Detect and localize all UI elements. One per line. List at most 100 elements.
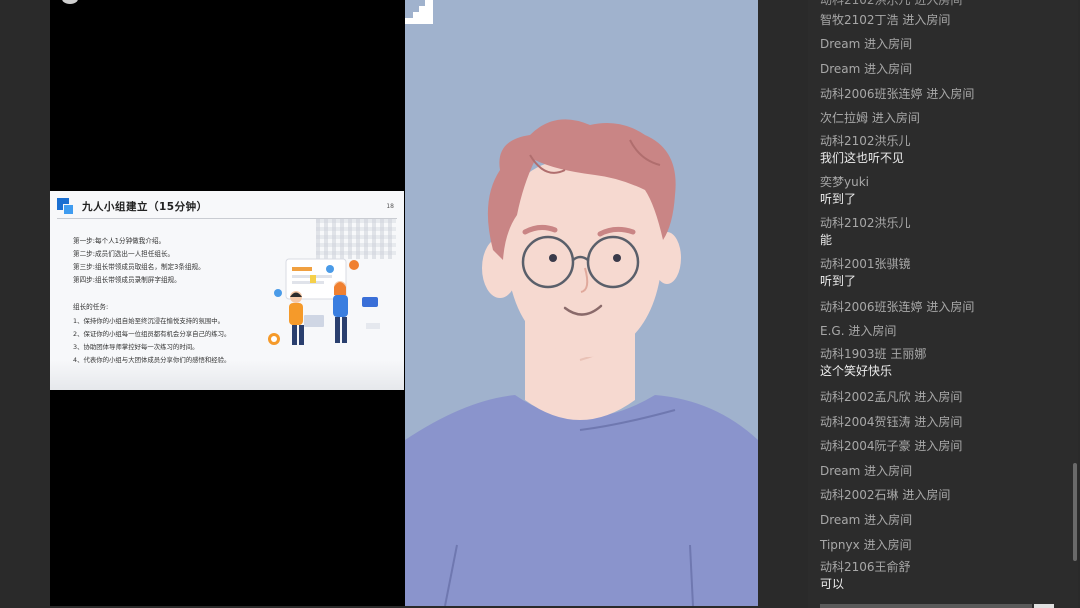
slide-task: 3、协助团体导师掌控好每一次练习的时间。 [73, 343, 199, 351]
chat-join-notice: 进入房间 [914, 414, 963, 429]
chat-sender: 奕梦yuki [820, 174, 1070, 191]
slide-title: 九人小组建立（15分钟） [82, 201, 208, 213]
slide-step: 第一步:每个人1分钟做我介绍。 [73, 237, 166, 245]
chat-list[interactable]: 智牧2102丁浩 进入房间 Dream 进入房间 Dream 进入房间 动科2006班… [820, 8, 1070, 598]
chat-sender: 动科2004阮子豪 进入房间 [820, 438, 1070, 455]
chat-join-notice: 进入房间 [848, 324, 897, 339]
chat-message-text: 这个笑好快乐 [820, 364, 893, 379]
chat-message: 动科2102洪乐儿 我们这也听不见 [820, 131, 1070, 172]
chat-sender: 智牧2102丁浩 进入房间 [820, 12, 1070, 29]
chat-sender-name: 奕梦yuki [820, 174, 869, 189]
chat-join-notice: 进入房间 [902, 12, 951, 27]
chat-message: 奕梦yuki 听到了 [820, 172, 1070, 213]
slide-step: 第三步:组长带领成员取组名，制定3条组规。 [73, 263, 205, 271]
chat-cut-off-message: 动科2102洪乐儿 进入房间 [820, 0, 963, 7]
chat-message: 动科2102洪乐儿能 [820, 213, 1070, 254]
chat-sender: Dream 进入房间 [820, 36, 1070, 53]
chat-join-notice: 进入房间 [871, 111, 920, 126]
chat-input-bar[interactable] [820, 604, 1032, 608]
chat-message: Dream 进入房间 [820, 459, 1070, 484]
chat-sender-name: Dream [820, 512, 861, 527]
chat-message: 动科2004贺钰涛 进入房间 [820, 410, 1070, 435]
chat-sender: 次仁拉姆 进入房间 [820, 110, 1070, 127]
chat-sender-name: Dream [820, 463, 861, 478]
chat-sender-name: 次仁拉姆 [820, 111, 869, 126]
chat-sender-name: 动科2006班张连婷 [820, 86, 923, 101]
video-tile-avatar [405, 0, 758, 606]
slide-steps: 第一步:每个人1分钟做我介绍。 第二步:成员们选出一人担任组长。 第三步:组长带… [73, 235, 205, 287]
chat-sender: 动科2106王俞舒 [820, 559, 1070, 576]
chat-sender-name: 动科1903班 王丽娜 [820, 347, 927, 362]
chat-sender-name: 动科2102洪乐儿 [820, 215, 911, 230]
chat-sender: Dream 进入房间 [820, 463, 1070, 480]
chat-sender: 动科2004贺钰涛 进入房间 [820, 414, 1070, 431]
chat-join-notice: 进入房间 [864, 37, 913, 52]
chat-message: 动科2001张骐镜 听到了 [820, 254, 1070, 295]
chat-sender-name: 动科2002石琳 [820, 488, 899, 503]
chat-message: 动科2002孟凡欣 进入房间 [820, 385, 1070, 410]
chat-sender-name: Dream [820, 61, 861, 76]
chat-join-notice: 进入房间 [863, 537, 912, 552]
slide-floor [50, 360, 404, 390]
slide-step: 第四步:组长带领成员录制屏字组规。 [73, 276, 181, 284]
shared-slide: 九人小组建立（15分钟） 18 第一步:每个人1分钟做我介绍。 第二步:成员们选… [50, 191, 404, 390]
chat-message: Dream 进入房间 [820, 508, 1070, 533]
scroll-thumb[interactable] [1073, 463, 1077, 561]
chat-sender-name: E.G. [820, 324, 845, 339]
chat-sender-name: 动科2002孟凡欣 [820, 389, 911, 404]
chat-sender-name: 智牧2102丁浩 [820, 12, 899, 27]
status-dot [62, 0, 78, 4]
chat-sender-name: Dream [820, 37, 861, 52]
chat-message: Dream 进入房间 [820, 33, 1070, 58]
chat-sender: 动科2006班张连婷 进入房间 [820, 86, 1070, 103]
chat-sender-name: 动科2106王俞舒 [820, 560, 911, 575]
chat-sender-name: Tipnyx [820, 537, 860, 552]
chat-join-notice: 进入房间 [864, 61, 913, 76]
chat-sender: Tipnyx 进入房间 [820, 537, 1070, 554]
chat-message: E.G. 进入房间 [820, 320, 1070, 345]
chat-message: 动科2006班张连婷 进入房间 [820, 82, 1070, 107]
chat-message: 动科2106王俞舒 可以 [820, 557, 1070, 598]
chat-sender-name: 动科2004贺钰涛 [820, 414, 911, 429]
chat-sender: E.G. 进入房间 [820, 323, 1070, 340]
chat-message: 智牧2102丁浩 进入房间 [820, 8, 1070, 33]
chat-sender: 动科2001张骐镜 [820, 256, 1070, 273]
chat-sender-name: 动科2006班张连婷 [820, 299, 923, 314]
chat-sender-name: 动科2001张骐镜 [820, 256, 911, 271]
chat-panel: 动科2102洪乐儿 进入房间 智牧2102丁浩 进入房间 Dream 进入房间 Dr… [808, 0, 1078, 608]
send-handle[interactable] [1034, 604, 1054, 608]
chat-message-text: 能 [820, 232, 833, 247]
chat-sender: 动科2102洪乐儿 [820, 215, 1070, 232]
chat-sender-name: 动科2102洪乐儿 [820, 133, 911, 148]
chat-message: 动科2002石琳 进入房间 [820, 484, 1070, 509]
chat-message-text: 听到了 [820, 273, 857, 288]
team-illustration [268, 258, 380, 345]
chat-join-notice: 进入房间 [914, 389, 963, 404]
chat-message-text: 听到了 [820, 191, 857, 206]
chat-join-notice: 进入房间 [864, 463, 913, 478]
slide-page-number: 18 [386, 203, 394, 210]
slide-divider [57, 218, 397, 219]
main-stage: 九人小组建立（15分钟） 18 第一步:每个人1分钟做我介绍。 第二步:成员们选… [50, 0, 758, 606]
chat-sender: 动科2002孟凡欣 进入房间 [820, 389, 1070, 406]
chat-message-text: 可以 [820, 577, 845, 592]
slide-task: 2、保证你的小组每一位组员都有机会分享自己的练习。 [73, 330, 231, 338]
avatar-illustration [405, 119, 758, 606]
chat-sender: 动科1903班 王丽娜 [820, 346, 1070, 363]
chat-message: 动科1903班 王丽娜 这个笑好快乐 [820, 344, 1070, 385]
chat-sender: 动科2002石琳 进入房间 [820, 487, 1070, 504]
corner-steps-decoration [405, 0, 433, 24]
chat-message: 动科2006班张连婷 进入房间 [820, 295, 1070, 320]
slide-logo-icon [57, 198, 74, 215]
chat-message: Dream 进入房间 [820, 57, 1070, 82]
chat-join-notice: 进入房间 [864, 512, 913, 527]
chat-sender: 动科2006班张连婷 进入房间 [820, 299, 1070, 316]
chat-message: Tipnyx 进入房间 [820, 533, 1070, 558]
chat-join-notice: 进入房间 [926, 86, 975, 101]
chat-join-notice: 进入房间 [902, 488, 951, 503]
chat-scrollbar[interactable] [1072, 0, 1078, 608]
slide-tasks-title: 组长的任务: [73, 303, 109, 311]
chat-join-notice: 进入房间 [914, 439, 963, 454]
slide-step: 第二步:成员们选出一人担任组长。 [73, 250, 175, 258]
slide-task: 1、保持你的小组自始至终沉浸在愉悦支持的氛围中。 [73, 317, 225, 325]
